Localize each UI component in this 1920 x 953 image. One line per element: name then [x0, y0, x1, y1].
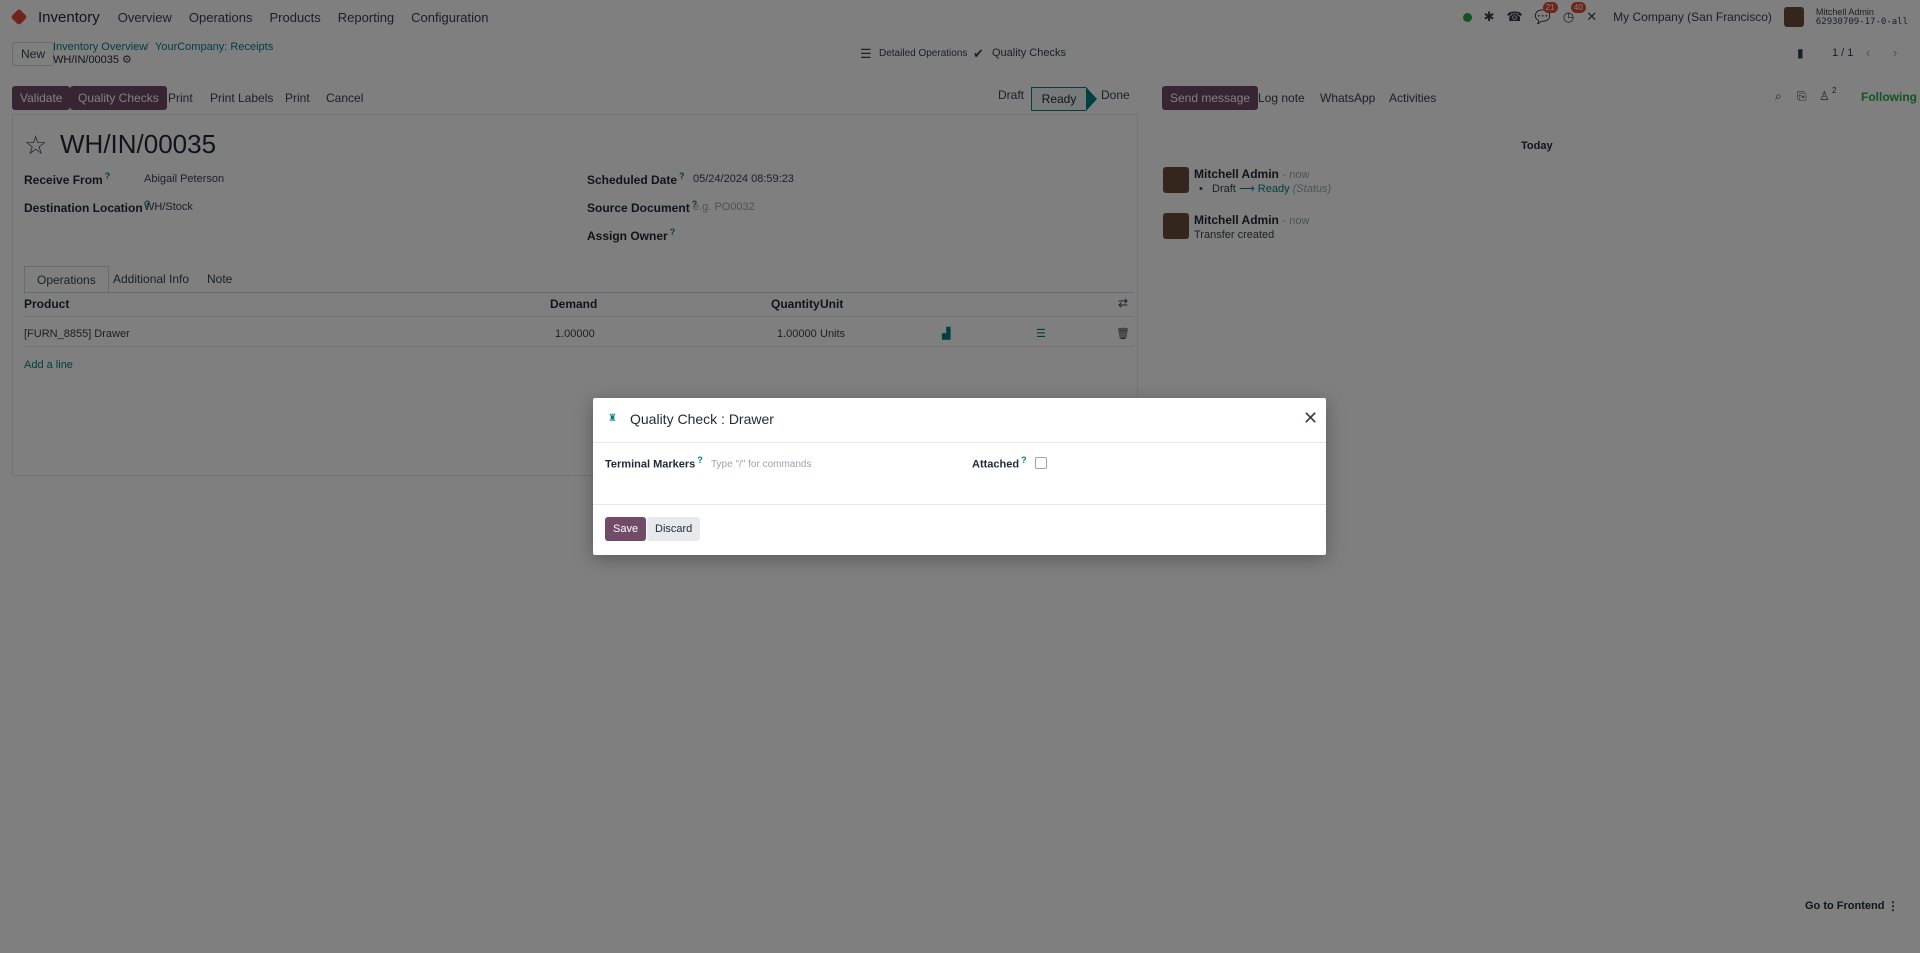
quality-check-icon: ♜ — [608, 413, 617, 424]
dialog-footer: Save Discard — [593, 504, 1326, 556]
close-icon[interactable]: ✕ — [1303, 408, 1318, 429]
terminal-markers-label: Terminal Markers? — [605, 455, 703, 471]
attached-label-text: Attached — [972, 458, 1020, 471]
save-button[interactable]: Save — [605, 517, 647, 541]
dialog-title: Quality Check : Drawer — [630, 411, 774, 427]
attached-label: Attached? — [972, 455, 1027, 471]
help-tooltip-icon[interactable]: ? — [697, 455, 703, 465]
terminal-markers-editor[interactable]: Type "/" for commands — [711, 459, 811, 470]
help-tooltip-icon[interactable]: ? — [1021, 455, 1027, 465]
terminal-markers-label-text: Terminal Markers — [605, 458, 696, 471]
dialog-header: ♜ Quality Check : Drawer ✕ — [593, 398, 1326, 443]
attached-checkbox[interactable] — [1035, 457, 1047, 469]
quality-check-dialog: ♜ Quality Check : Drawer ✕ Terminal Mark… — [593, 398, 1326, 555]
discard-button[interactable]: Discard — [647, 517, 701, 541]
